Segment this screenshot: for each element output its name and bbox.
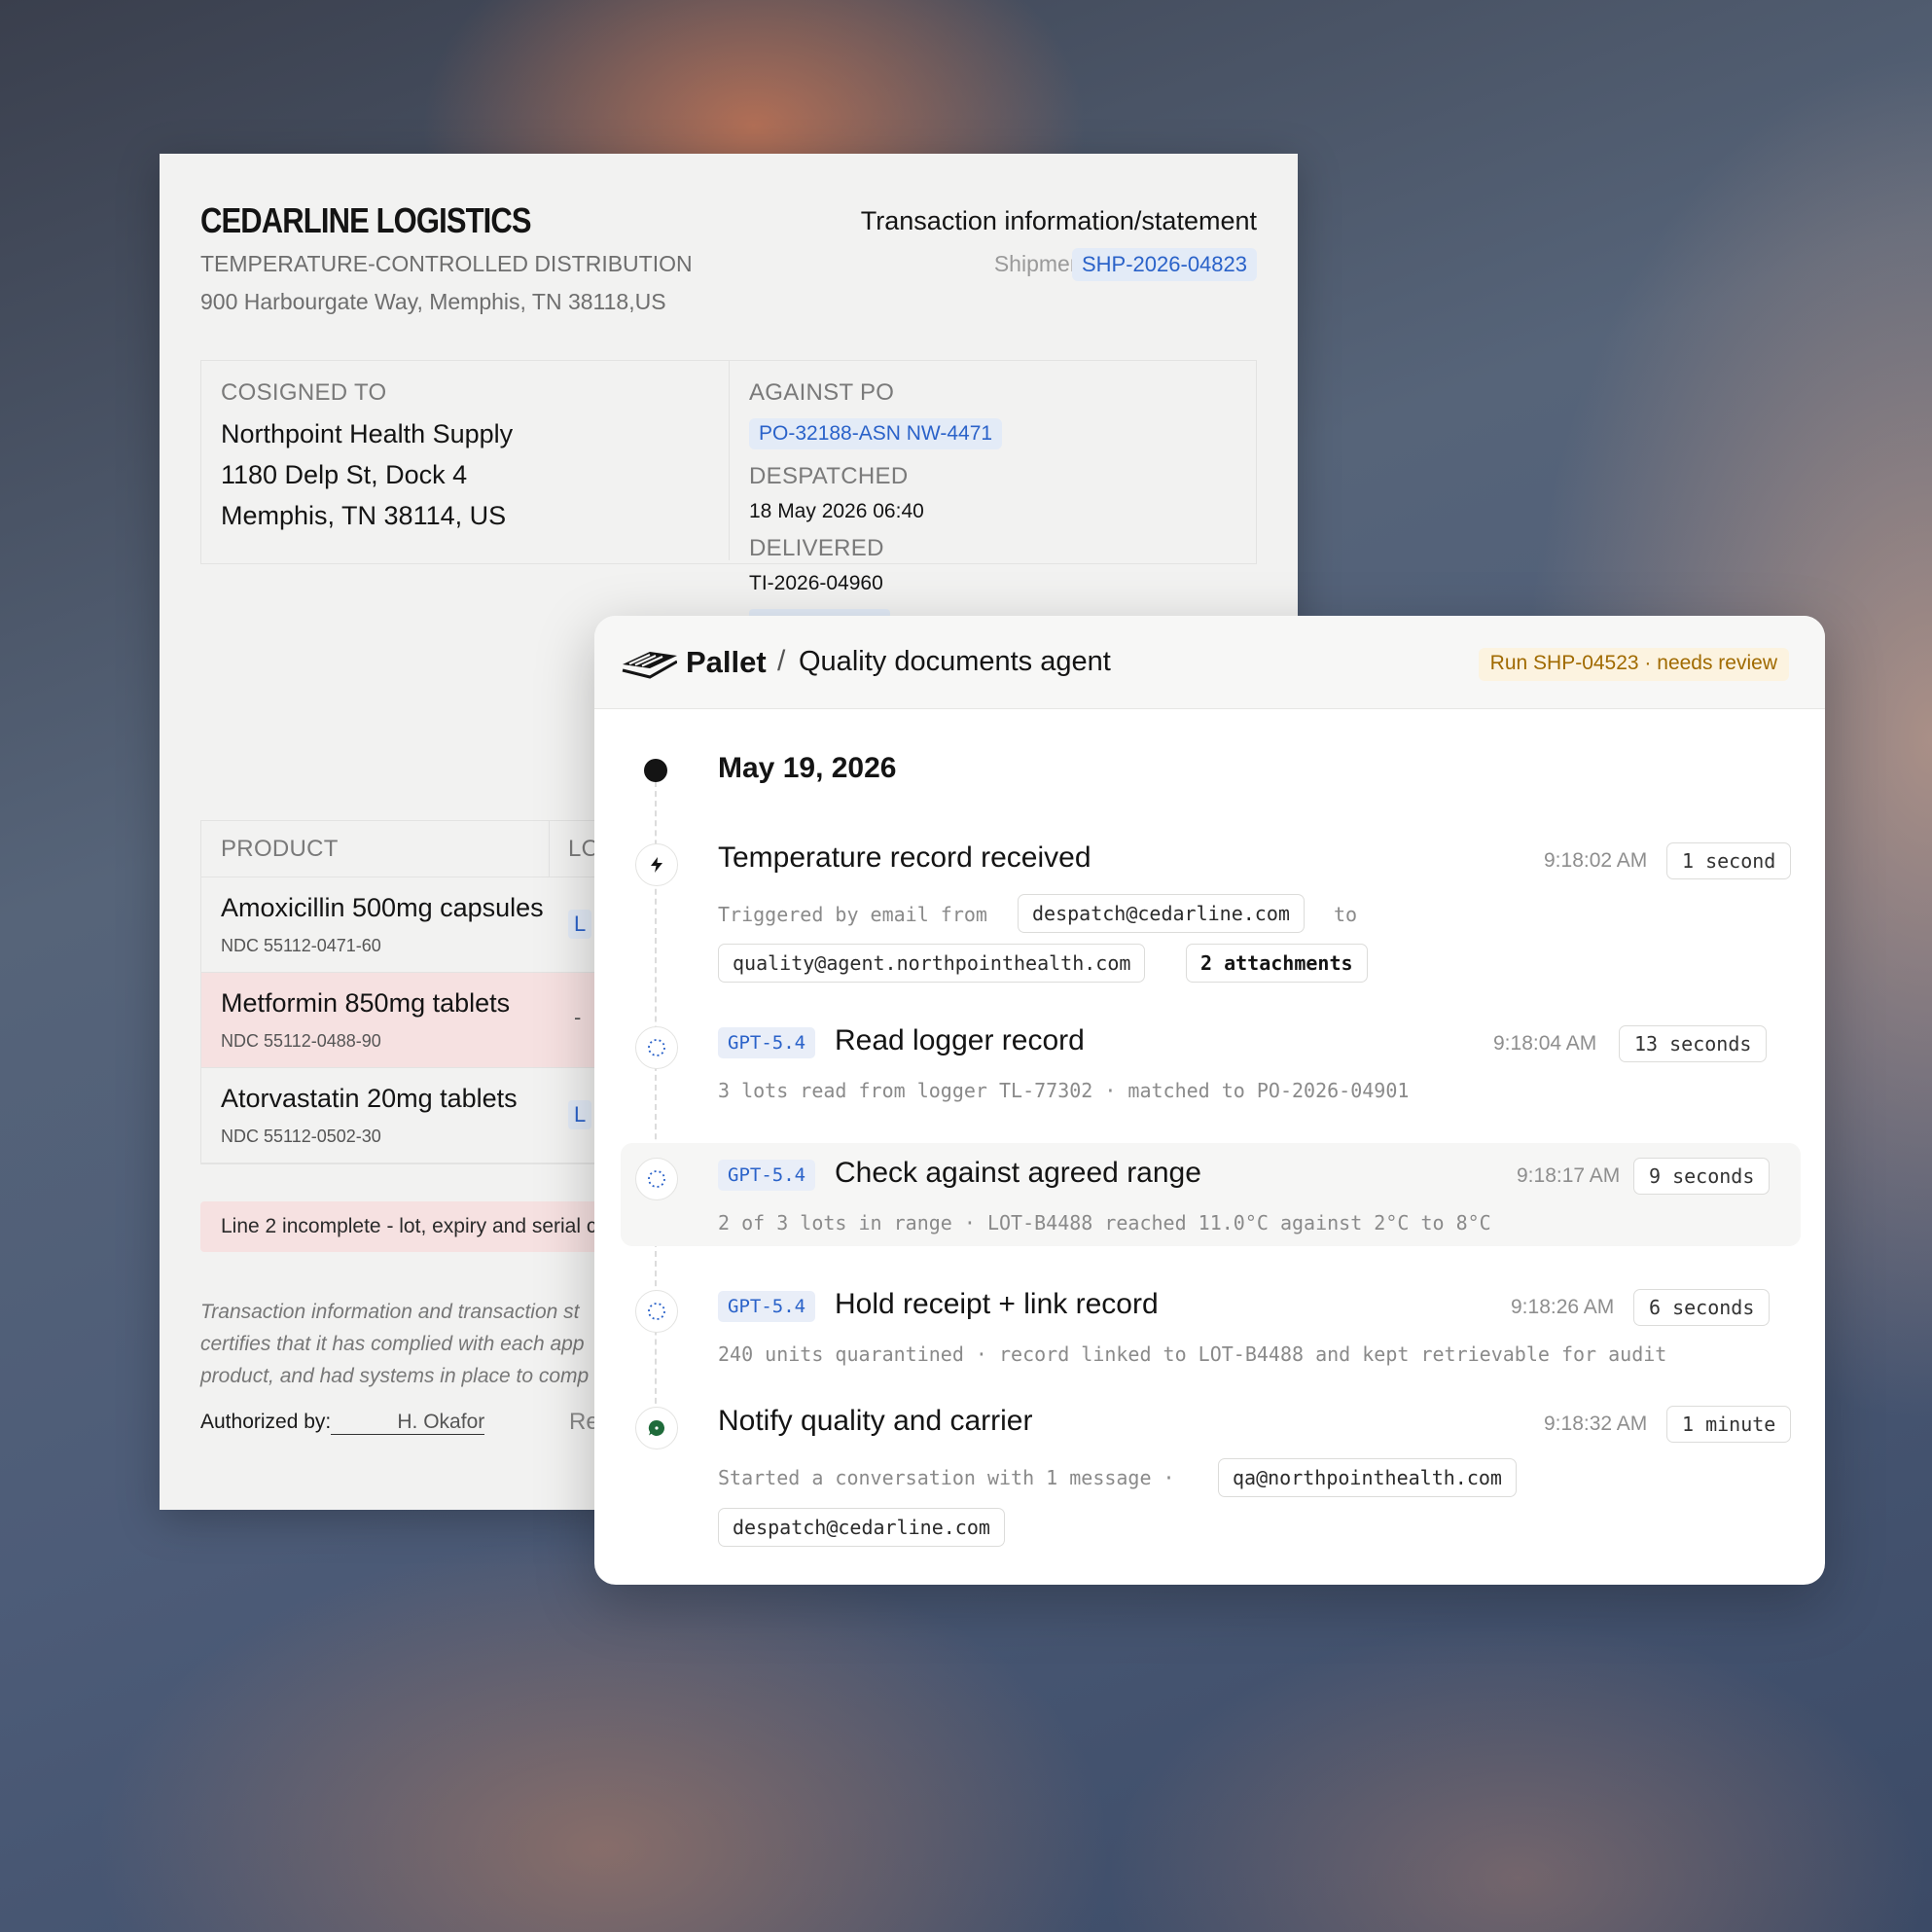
event-duration: 6 seconds <box>1633 1289 1771 1326</box>
consignee-name: Northpoint Health Supply <box>221 419 514 448</box>
event-detail-to: to <box>1334 903 1358 926</box>
pallet-logo-icon <box>622 652 677 679</box>
agent-name[interactable]: Quality documents agent <box>799 646 1111 678</box>
breadcrumb-separator: / <box>777 645 786 677</box>
lightning-icon <box>635 843 678 886</box>
event-duration: 13 seconds <box>1619 1025 1768 1062</box>
spinner-icon <box>635 1290 678 1333</box>
authorized-by: Authorized by: H. Okafor <box>200 1411 485 1435</box>
consignee-street: 1180 Delp St, Dock 4 <box>221 460 468 489</box>
event-detail: 3 lots read from logger TL-77302 · match… <box>718 1079 1410 1102</box>
company-name: CEDARLINE LOGISTICS <box>200 200 532 240</box>
email-chip-recipient[interactable]: despatch@cedarline.com <box>718 1508 1005 1547</box>
email-chip-recipient[interactable]: qa@northpointhealth.com <box>1218 1458 1517 1497</box>
shipment-id-badge[interactable]: SHP-2026-04823 <box>1071 248 1257 281</box>
event-detail: Triggered by email from <box>718 903 987 926</box>
authorized-label: Authorized by: <box>200 1411 332 1433</box>
product-ndc: NDC 55112-0471-60 <box>221 936 381 955</box>
model-badge: GPT-5.4 <box>718 1291 816 1322</box>
event-detail: Started a conversation with 1 message · <box>718 1466 1175 1489</box>
attachments-chip[interactable]: 2 attachments <box>1186 944 1368 983</box>
po-label: AGAINST PO <box>749 379 895 406</box>
email-chip-to[interactable]: quality@agent.northpointhealth.com <box>718 944 1146 983</box>
consigned-label: COSIGNED TO <box>221 379 387 406</box>
product-ndc: NDC 55112-0488-90 <box>221 1031 381 1051</box>
event-title[interactable]: Read logger record <box>835 1024 1085 1057</box>
background-canvas: CEDARLINE LOGISTICS TEMPERATURE-CONTROLL… <box>0 0 1932 1932</box>
event-detail: 240 units quarantined · record linked to… <box>718 1342 1667 1366</box>
product-name: Metformin 850mg tablets <box>221 988 511 1018</box>
product-ndc: NDC 55112-0502-30 <box>221 1127 381 1146</box>
column-separator <box>549 821 550 877</box>
event-title[interactable]: Check against agreed range <box>835 1157 1201 1190</box>
app-name[interactable]: Pallet <box>686 645 767 680</box>
warning-text: Line 2 incomplete - lot, expiry and seri… <box>221 1215 597 1237</box>
spinner-icon <box>635 1158 678 1200</box>
event-title[interactable]: Notify quality and carrier <box>718 1405 1032 1438</box>
event-duration: 9 seconds <box>1633 1158 1771 1195</box>
product-lot: L <box>568 1100 592 1129</box>
event-time: 9:18:02 AM <box>1544 849 1648 872</box>
event-title[interactable]: Hold receipt + link record <box>835 1288 1159 1321</box>
panel-header: Pallet / Quality documents agent Run SHP… <box>594 616 1825 709</box>
document-title: Transaction information/statement <box>860 206 1257 235</box>
event-time: 9:18:17 AM <box>1517 1164 1621 1187</box>
model-badge: GPT-5.4 <box>718 1027 816 1058</box>
product-lot-missing: - <box>574 1005 582 1029</box>
product-name: Atorvastatin 20mg tablets <box>221 1084 518 1113</box>
event-time: 9:18:26 AM <box>1511 1296 1615 1318</box>
company-division: TEMPERATURE-CONTROLLED DISTRIBUTION <box>200 251 693 276</box>
agent-run-panel: Pallet / Quality documents agent Run SHP… <box>594 616 1825 1585</box>
product-lot: L <box>568 910 592 939</box>
event-duration: 1 second <box>1666 842 1792 879</box>
spinner-icon <box>635 1026 678 1069</box>
event-time: 9:18:04 AM <box>1493 1032 1597 1055</box>
email-chip-from[interactable]: despatch@cedarline.com <box>1018 894 1305 933</box>
run-status-badge[interactable]: Run SHP-04523 · needs review <box>1478 648 1789 681</box>
timeline-start-dot <box>644 759 667 782</box>
event-title[interactable]: Temperature record received <box>718 841 1091 875</box>
authorized-signature: H. Okafor <box>331 1411 485 1435</box>
despatched-value: 18 May 2026 06:40 <box>749 500 924 522</box>
chat-bubble-icon <box>635 1407 678 1449</box>
company-address: 900 Harbourgate Way, Memphis, TN 38118,U… <box>200 289 666 314</box>
po-badge[interactable]: PO-32188-ASN NW-4471 <box>749 418 1003 449</box>
event-duration: 1 minute <box>1666 1406 1792 1443</box>
consignee-city: Memphis, TN 38114, US <box>221 501 507 530</box>
delivered-label: DELIVERED <box>749 535 884 561</box>
column-header-product: PRODUCT <box>221 836 339 862</box>
timeline-date: May 19, 2026 <box>718 752 897 784</box>
event-detail: 2 of 3 lots in range · LOT-B4488 reached… <box>718 1211 1491 1234</box>
event-time: 9:18:32 AM <box>1544 1413 1648 1435</box>
despatched-label: DESPATCHED <box>749 463 909 489</box>
box-divider <box>729 361 730 560</box>
model-badge: GPT-5.4 <box>718 1160 816 1191</box>
product-name: Amoxicillin 500mg capsules <box>221 893 544 922</box>
delivered-value: TI-2026-04960 <box>749 572 883 594</box>
